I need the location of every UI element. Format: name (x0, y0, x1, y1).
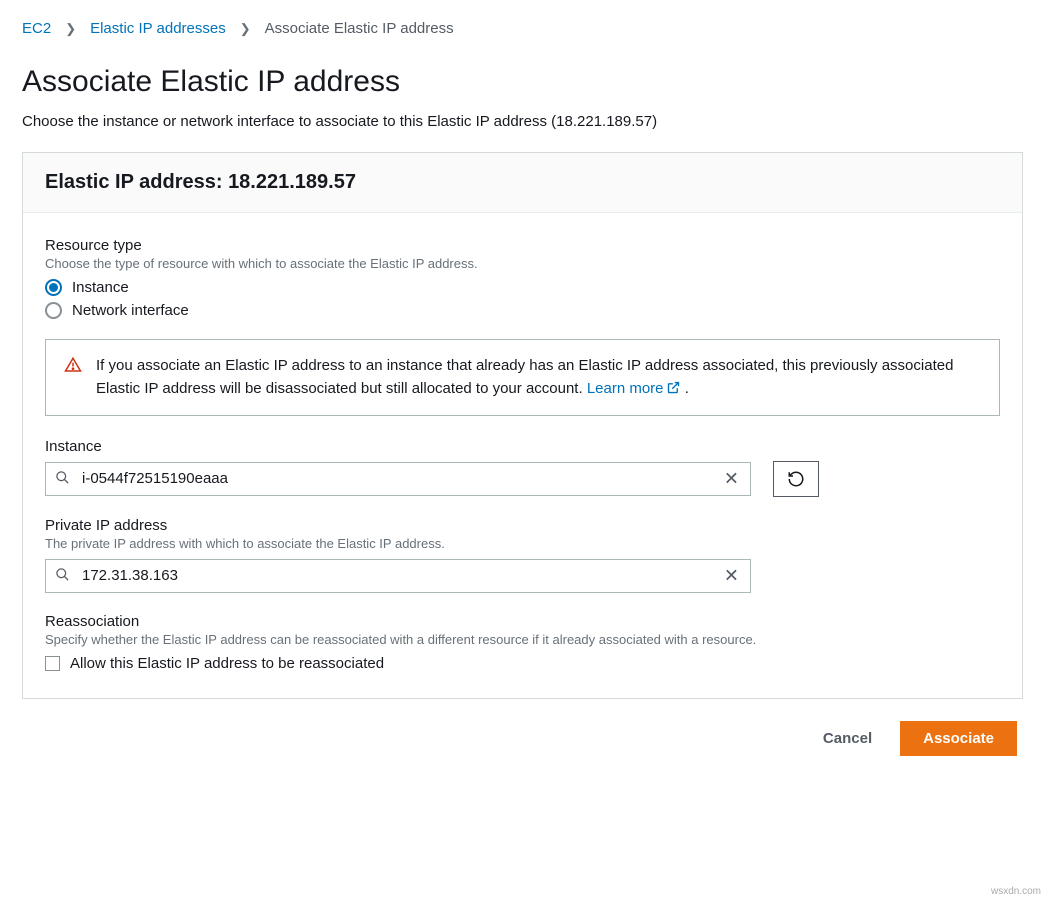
reassociation-checkbox-row[interactable]: Allow this Elastic IP address to be reas… (45, 655, 1000, 672)
reassociation-help: Specify whether the Elastic IP address c… (45, 632, 1000, 647)
resource-type-group: Resource type Choose the type of resourc… (45, 237, 1000, 319)
chevron-right-icon: ❯ (240, 21, 251, 37)
reassociation-checkbox-label: Allow this Elastic IP address to be reas… (70, 655, 384, 672)
warning-text-container: If you associate an Elastic IP address t… (96, 354, 981, 401)
warning-link-text: Learn more (587, 380, 664, 397)
clear-icon[interactable]: ✕ (720, 466, 743, 491)
panel-header-ip: 18.221.189.57 (228, 171, 356, 193)
radio-network-interface[interactable]: Network interface (45, 302, 1000, 319)
warning-learn-more-link[interactable]: Learn more (587, 380, 681, 397)
warning-box: If you associate an Elastic IP address t… (45, 339, 1000, 416)
radio-network-interface-label: Network interface (72, 302, 189, 319)
main-panel: Elastic IP address: 18.221.189.57 Resour… (22, 152, 1023, 699)
instance-group: Instance ✕ (45, 438, 1000, 497)
private-ip-help: The private IP address with which to ass… (45, 536, 1000, 551)
radio-checked-icon (45, 279, 62, 296)
breadcrumb: EC2 ❯ Elastic IP addresses ❯ Associate E… (22, 20, 1023, 37)
checkbox-unchecked-icon (45, 656, 60, 671)
instance-label: Instance (45, 438, 1000, 455)
warning-trailing: . (681, 380, 689, 397)
external-link-icon (666, 380, 681, 395)
associate-button[interactable]: Associate (900, 721, 1017, 756)
private-ip-input[interactable] (45, 559, 751, 593)
panel-header-label: Elastic IP address: (45, 171, 228, 193)
private-ip-label: Private IP address (45, 517, 1000, 534)
search-icon (55, 470, 70, 488)
clear-icon[interactable]: ✕ (720, 563, 743, 588)
private-ip-input-wrapper: ✕ (45, 559, 751, 593)
instance-input-wrapper: ✕ (45, 462, 751, 496)
instance-input[interactable] (45, 462, 751, 496)
resource-type-label: Resource type (45, 237, 1000, 254)
search-icon (55, 567, 70, 585)
breadcrumb-current: Associate Elastic IP address (265, 20, 454, 37)
page-title: Associate Elastic IP address (22, 65, 1023, 99)
radio-instance-label: Instance (72, 279, 129, 296)
panel-header-title: Elastic IP address: 18.221.189.57 (45, 171, 356, 193)
radio-unchecked-icon (45, 302, 62, 319)
breadcrumb-parent-link[interactable]: Elastic IP addresses (90, 20, 226, 37)
warning-icon (64, 356, 82, 401)
radio-instance[interactable]: Instance (45, 279, 1000, 296)
cancel-button[interactable]: Cancel (817, 729, 878, 748)
page-subtitle: Choose the instance or network interface… (22, 113, 1023, 130)
chevron-right-icon: ❯ (65, 21, 76, 37)
footer-actions: Cancel Associate (22, 721, 1023, 756)
refresh-icon (787, 470, 805, 488)
refresh-button[interactable] (773, 461, 819, 497)
watermark: wsxdn.com (991, 886, 1041, 897)
warning-text: If you associate an Elastic IP address t… (96, 357, 953, 397)
private-ip-group: Private IP address The private IP addres… (45, 517, 1000, 593)
panel-header: Elastic IP address: 18.221.189.57 (23, 153, 1022, 213)
reassociation-group: Reassociation Specify whether the Elasti… (45, 613, 1000, 672)
breadcrumb-root-link[interactable]: EC2 (22, 20, 51, 37)
resource-type-help: Choose the type of resource with which t… (45, 256, 1000, 271)
reassociation-label: Reassociation (45, 613, 1000, 630)
